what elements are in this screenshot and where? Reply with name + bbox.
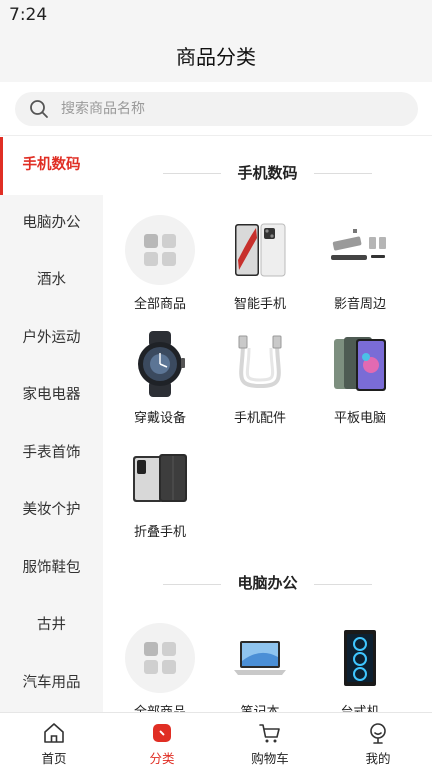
- sidebar-item-gujing[interactable]: 古井: [0, 597, 103, 655]
- category-label: 台式机: [340, 701, 379, 712]
- foldable-phone-image: [125, 443, 195, 513]
- category-audio-video[interactable]: 影音周边: [310, 209, 410, 323]
- tab-profile[interactable]: 我的: [324, 713, 432, 768]
- speaker-set-image: [325, 215, 395, 285]
- sidebar-item-outdoor[interactable]: 户外运动: [0, 310, 103, 368]
- section-title: 电脑办公: [103, 551, 432, 617]
- section-title-text: 电脑办公: [237, 574, 298, 592]
- profile-icon: [370, 723, 386, 744]
- category-label: 影音周边: [333, 297, 386, 312]
- divider: [314, 173, 372, 174]
- search-bar: [0, 82, 432, 136]
- category-label: 全部商品: [133, 297, 186, 312]
- category-label: 折叠手机: [133, 525, 186, 540]
- category-label: 平板电脑: [333, 411, 386, 426]
- laptop-image: [225, 623, 295, 693]
- cart-icon: [259, 724, 280, 743]
- tab-label: 首页: [41, 751, 67, 766]
- desktop-pc-image: [325, 623, 395, 693]
- tab-label: 分类: [149, 751, 175, 766]
- sidebar-item-apparel[interactable]: 服饰鞋包: [0, 540, 103, 598]
- section-title-text: 手机数码: [237, 164, 298, 182]
- category-label: 全部商品: [134, 701, 186, 712]
- category-label: 智能手机: [233, 297, 286, 312]
- status-bar: 7:24: [0, 0, 432, 30]
- tab-label: 购物车: [251, 751, 289, 766]
- sidebar-item-beauty[interactable]: 美妆个护: [0, 482, 103, 540]
- status-time: 7:24: [9, 5, 48, 25]
- category-laptops[interactable]: 笔记本: [210, 617, 310, 712]
- category-all-products[interactable]: 全部商品: [110, 617, 210, 712]
- tab-home[interactable]: 首页: [0, 713, 108, 768]
- divider: [314, 584, 372, 585]
- usb-cable-image: [225, 329, 295, 399]
- sidebar-item-computers[interactable]: 电脑办公: [0, 195, 103, 253]
- nav-bar: 商品分类: [0, 30, 432, 82]
- tablet-image: [325, 329, 395, 399]
- category-all-products[interactable]: 全部商品: [110, 209, 210, 323]
- category-grid: 全部商品 智能手机 影音周边 穿戴设备 手机配件 平板电脑 折叠手机: [103, 209, 432, 551]
- tab-cart[interactable]: 购物车: [216, 713, 324, 768]
- search-box[interactable]: [15, 92, 418, 126]
- category-foldable-phones[interactable]: 折叠手机: [110, 437, 210, 551]
- category-label: 笔记本: [240, 701, 279, 712]
- category-sidebar: 手机数码 电脑办公 酒水 户外运动 家电电器 手表首饰 美妆个护 服饰鞋包 古井…: [0, 137, 103, 712]
- page-title: 商品分类: [176, 45, 256, 69]
- category-desktops[interactable]: 台式机: [310, 617, 410, 712]
- category-wearables[interactable]: 穿戴设备: [110, 323, 210, 437]
- category-label: 手机配件: [233, 411, 286, 426]
- category-smartphones[interactable]: 智能手机: [210, 209, 310, 323]
- all-products-icon: [125, 623, 195, 693]
- home-icon: [44, 723, 64, 743]
- search-input[interactable]: [61, 92, 401, 126]
- category-phone-accessories[interactable]: 手机配件: [210, 323, 310, 437]
- search-icon: [30, 100, 48, 118]
- sidebar-item-phones[interactable]: 手机数码: [0, 137, 103, 195]
- smartphone-image: [225, 215, 295, 285]
- sidebar-item-appliances[interactable]: 家电电器: [0, 367, 103, 425]
- category-tablets[interactable]: 平板电脑: [310, 323, 410, 437]
- category-grid: 全部商品 笔记本: [103, 617, 432, 712]
- bottom-tab-bar: 首页 分类 购物车 我的: [0, 712, 432, 768]
- smartwatch-image: [125, 329, 195, 399]
- category-content: 手机数码 全部商品 智能手机 影音周边 穿戴设备 手机配件 平板电脑 折叠手机 …: [103, 137, 432, 712]
- sidebar-item-liquor[interactable]: 酒水: [0, 252, 103, 310]
- section-title: 手机数码: [103, 137, 432, 209]
- category-icon: [153, 724, 171, 742]
- sidebar-item-watches[interactable]: 手表首饰: [0, 425, 103, 483]
- tab-label: 我的: [365, 751, 391, 766]
- sidebar-item-auto[interactable]: 汽车用品: [0, 655, 103, 713]
- tab-category[interactable]: 分类: [108, 713, 216, 768]
- category-label: 穿戴设备: [133, 411, 186, 426]
- all-products-icon: [125, 215, 195, 285]
